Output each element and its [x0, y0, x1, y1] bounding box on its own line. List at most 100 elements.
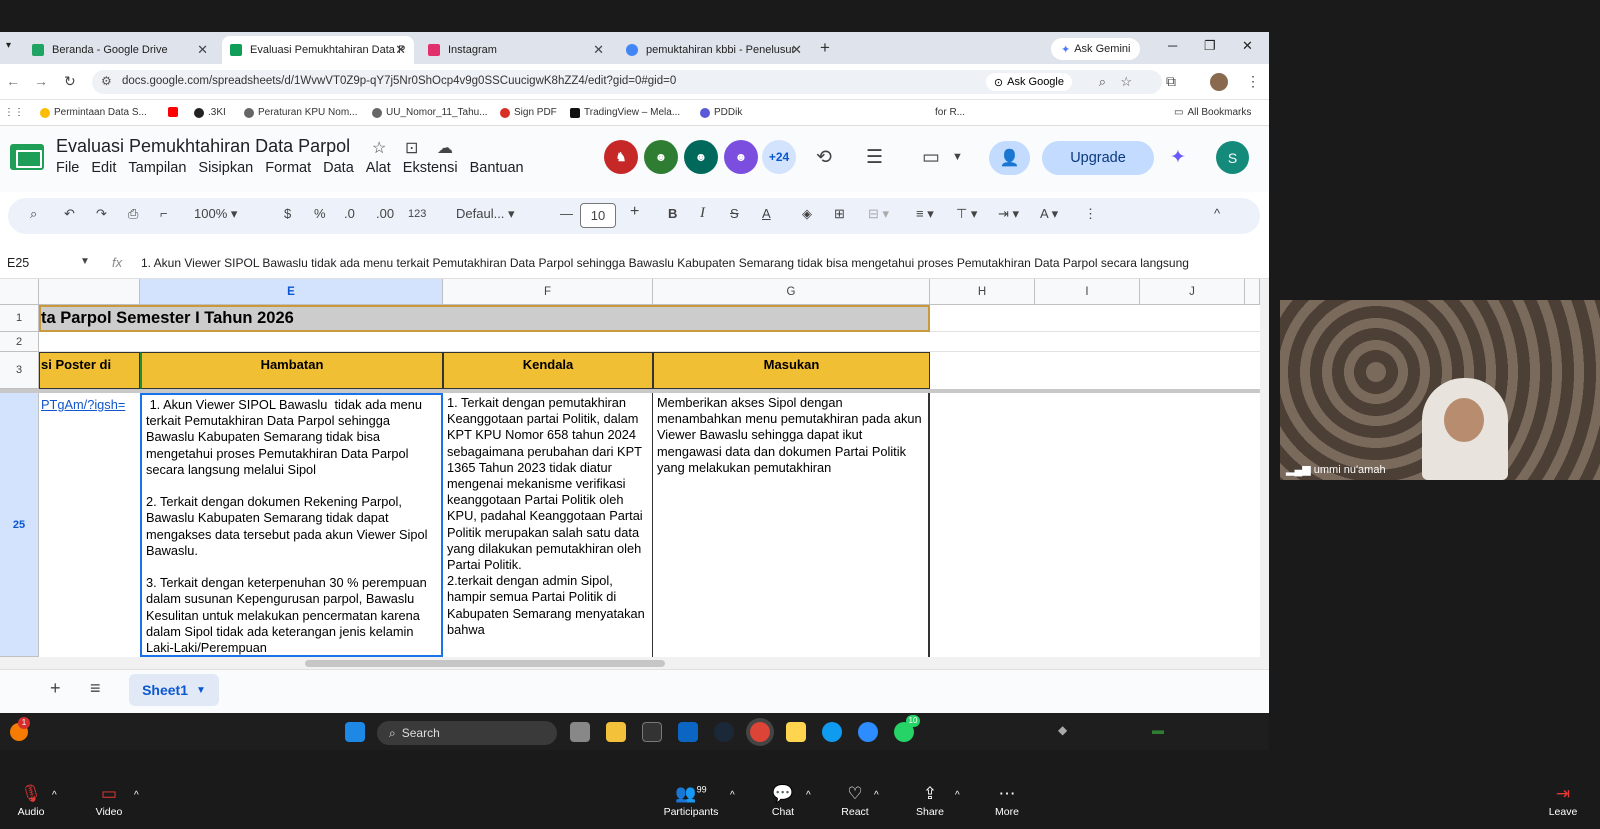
increase-font-size-icon[interactable]: + — [630, 203, 639, 221]
edge-icon[interactable] — [822, 722, 842, 742]
share-button[interactable]: 👤 — [989, 141, 1030, 175]
all-sheets-icon[interactable]: ≡ — [90, 678, 101, 699]
scroll-thumb[interactable] — [305, 660, 665, 667]
bookmark-item[interactable]: UU_Nomor_11_Tahu... — [372, 107, 488, 118]
ask-google-button[interactable]: ⊙ Ask Google — [985, 73, 1072, 91]
tab-list-icon[interactable]: ▾ — [6, 40, 11, 51]
document-title[interactable]: Evaluasi Pemukhtahiran Data Parpol — [56, 136, 350, 157]
tab-instagram[interactable]: Instagram ✕ — [420, 36, 612, 64]
zoom-app-icon[interactable] — [858, 722, 878, 742]
bookmark-star-icon[interactable]: ☆ — [1120, 74, 1132, 90]
search-menus-icon[interactable]: ⌕ — [30, 206, 37, 222]
font-select[interactable]: Defaul... ▾ — [456, 206, 515, 222]
cloud-status-icon[interactable]: ☁ — [437, 138, 453, 158]
vertical-scrollbar[interactable] — [1260, 279, 1269, 657]
site-info-icon[interactable]: ⚙ — [101, 74, 112, 88]
row-header-3[interactable]: 3 — [0, 352, 39, 389]
bookmark-item[interactable]: Permintaan Data S... — [40, 107, 147, 118]
notion-icon[interactable] — [642, 722, 662, 742]
task-view-icon[interactable] — [570, 722, 590, 742]
column-header-i[interactable]: I — [1035, 279, 1140, 305]
close-icon[interactable]: ✕ — [593, 42, 604, 58]
react-options-icon[interactable]: ^ — [874, 790, 879, 801]
comments-icon[interactable]: ☰ — [866, 146, 883, 169]
print-icon[interactable]: ⎙ — [128, 206, 138, 222]
ask-gemini-button[interactable]: ✦ Ask Gemini — [1051, 38, 1141, 60]
horizontal-align-icon[interactable]: ≡ ▾ — [916, 206, 934, 222]
browser-profile-avatar[interactable] — [1210, 73, 1228, 91]
version-history-icon[interactable]: ⟲ — [816, 146, 832, 169]
cell-g25[interactable]: Memberikan akses Sipol dengan menambahka… — [653, 393, 930, 657]
menu-view[interactable]: Tampilan — [128, 160, 186, 176]
percent-format-button[interactable]: % — [314, 206, 326, 221]
empty-cell[interactable] — [930, 305, 1260, 332]
meet-icon[interactable]: ▭ — [922, 146, 940, 169]
network-icon[interactable]: ◆ — [1058, 723, 1067, 737]
upgrade-button[interactable]: Upgrade — [1042, 141, 1154, 175]
select-all-corner[interactable] — [0, 279, 39, 305]
profile-avatar[interactable]: S — [1216, 141, 1249, 174]
menu-edit[interactable]: Edit — [91, 160, 116, 176]
chat-options-icon[interactable]: ^ — [806, 790, 811, 801]
strikethrough-icon[interactable]: S — [730, 206, 739, 221]
more-button[interactable]: ⋯ More — [972, 784, 1042, 818]
row-header-25[interactable]: 25 — [0, 393, 39, 657]
participant-video[interactable]: ▂▄▆ ummi nu'amah — [1280, 300, 1600, 480]
zoom-icon[interactable]: ⌕ — [1099, 74, 1106, 90]
participants-button[interactable]: 👥99 Participants — [656, 784, 726, 818]
empty-row-2[interactable] — [39, 332, 1260, 352]
menu-help[interactable]: Bantuan — [470, 160, 524, 176]
name-box[interactable]: E25 — [7, 256, 29, 270]
sheet-tab-sheet1[interactable]: Sheet1 ▼ — [129, 674, 219, 706]
participants-options-icon[interactable]: ^ — [730, 790, 735, 801]
paint-format-icon[interactable]: ⌐ — [160, 206, 168, 221]
youtube-bookmark[interactable] — [168, 107, 178, 117]
chevron-down-icon[interactable]: ▼ — [952, 151, 963, 163]
column-header-g[interactable]: G — [653, 279, 930, 305]
bookmark-item[interactable]: PDDik — [700, 107, 742, 118]
steam-icon[interactable] — [714, 722, 734, 742]
fill-color-icon[interactable]: ◈ — [802, 206, 812, 222]
row-header-2[interactable]: 2 — [0, 332, 39, 352]
tray-icon[interactable]: ▬ — [1152, 723, 1164, 737]
title-cell[interactable]: ta Parpol Semester I Tahun 2026 — [39, 305, 930, 332]
borders-icon[interactable]: ⊞ — [834, 206, 845, 222]
tab-google-drive[interactable]: Beranda - Google Drive ✕ — [24, 36, 216, 64]
apps-grid-icon[interactable]: ⋮⋮ — [4, 107, 24, 118]
react-button[interactable]: ♡ React — [820, 784, 890, 818]
merge-cells-icon[interactable]: ⊟ ▾ — [868, 206, 889, 222]
url-field[interactable]: ⚙ docs.google.com/spreadsheets/d/1WvwVT0… — [92, 70, 1162, 94]
close-window-icon[interactable]: ✕ — [1242, 38, 1253, 54]
browser-menu-icon[interactable]: ⋮ — [1246, 73, 1260, 90]
decrease-font-size-icon[interactable]: — — [560, 206, 573, 221]
collaborator-avatar[interactable]: ☻ — [684, 140, 718, 174]
column-header-d[interactable] — [39, 279, 140, 305]
header-cell-masukan[interactable]: Masukan — [653, 352, 930, 389]
bookmark-item[interactable]: Peraturan KPU Nom... — [244, 107, 357, 118]
gemini-spark-icon[interactable]: ✦ — [1170, 146, 1186, 169]
restore-icon[interactable]: ❐ — [1204, 38, 1216, 54]
close-icon[interactable]: ✕ — [791, 42, 802, 58]
leave-button[interactable]: ⇥ Leave — [1528, 784, 1598, 818]
font-size-input[interactable]: 10 — [580, 203, 616, 228]
undo-icon[interactable]: ↶ — [64, 206, 75, 222]
row-header-1[interactable]: 1 — [0, 305, 39, 332]
more-tools-icon[interactable]: ⋮ — [1084, 206, 1097, 222]
menu-file[interactable]: File — [56, 160, 79, 176]
sticky-notes-icon[interactable] — [786, 722, 806, 742]
forward-icon[interactable]: → — [34, 73, 48, 89]
star-icon[interactable]: ☆ — [372, 138, 386, 158]
bookmark-item[interactable]: Sign PDF — [500, 107, 557, 118]
cell-f25[interactable]: 1. Terkait dengan pemutakhiran Keanggota… — [443, 393, 653, 657]
bookmark-item[interactable]: for R... — [935, 107, 965, 118]
horizontal-scrollbar[interactable] — [0, 657, 1269, 669]
currency-format-button[interactable]: $ — [284, 206, 291, 221]
selected-cell-e25[interactable]: 1. Akun Viewer SIPOL Bawaslu tidak ada m… — [140, 393, 443, 657]
more-formats-button[interactable]: 123 — [408, 208, 426, 220]
sheets-logo-icon[interactable] — [10, 144, 44, 170]
link-cell[interactable]: PTgAm/?igsh= — [39, 393, 140, 657]
chrome-icon[interactable] — [750, 722, 770, 742]
audio-options-icon[interactable]: ^ — [52, 790, 57, 801]
header-cell-d[interactable]: si Poster di — [39, 352, 140, 389]
bold-icon[interactable]: B — [668, 206, 677, 221]
